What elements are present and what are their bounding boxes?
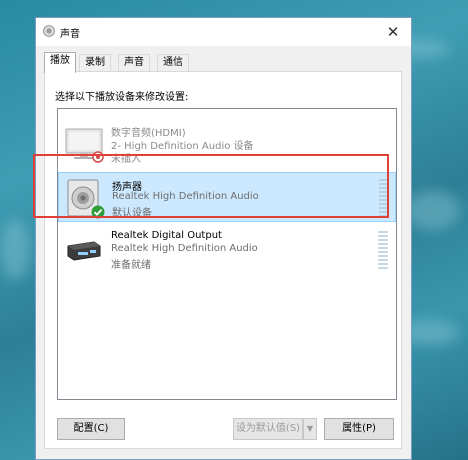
device-name: Realtek Digital Output — [111, 230, 222, 241]
instruction-text: 选择以下播放设备来修改设置: — [55, 92, 189, 103]
close-button[interactable]: ✕ — [375, 18, 411, 46]
sound-dialog: 声音 ✕ 播放 录制 声音 通信 选择以下播放设备来修改设置: 数字音频(HDM… — [35, 17, 412, 460]
device-description: Realtek High Definition Audio — [111, 243, 258, 254]
set-default-button[interactable]: 设为默认值(S) — [233, 418, 303, 440]
device-item-digital-output[interactable]: Realtek Digital Output Realtek High Defi… — [58, 225, 396, 275]
annotation-highlight-box — [33, 154, 389, 218]
tab-playback[interactable]: 播放 — [44, 52, 76, 73]
volume-level-meter — [378, 231, 388, 269]
properties-button[interactable]: 属性(P) — [324, 418, 394, 440]
wallpaper-wave — [405, 190, 460, 230]
set-default-dropdown[interactable]: ▼ — [303, 418, 317, 440]
playback-panel: 选择以下播放设备来修改设置: 数字音频(HDMI) 2- High Defini… — [44, 71, 402, 449]
device-status: 准备就绪 — [111, 260, 151, 271]
window-title: 声音 — [60, 29, 80, 40]
digital-output-icon — [67, 241, 101, 261]
chevron-down-icon: ▼ — [306, 424, 314, 433]
title-bar[interactable]: 声音 ✕ — [36, 18, 411, 46]
tab-recording[interactable]: 录制 — [79, 54, 111, 72]
configure-button[interactable]: 配置(C) — [57, 418, 125, 440]
sound-app-icon — [43, 25, 55, 37]
device-list[interactable]: 数字音频(HDMI) 2- High Definition Audio 设备 未… — [57, 108, 397, 400]
wallpaper-wave — [0, 220, 30, 280]
close-icon: ✕ — [386, 23, 400, 41]
tab-communications[interactable]: 通信 — [157, 54, 189, 72]
tab-sounds[interactable]: 声音 — [118, 54, 150, 72]
